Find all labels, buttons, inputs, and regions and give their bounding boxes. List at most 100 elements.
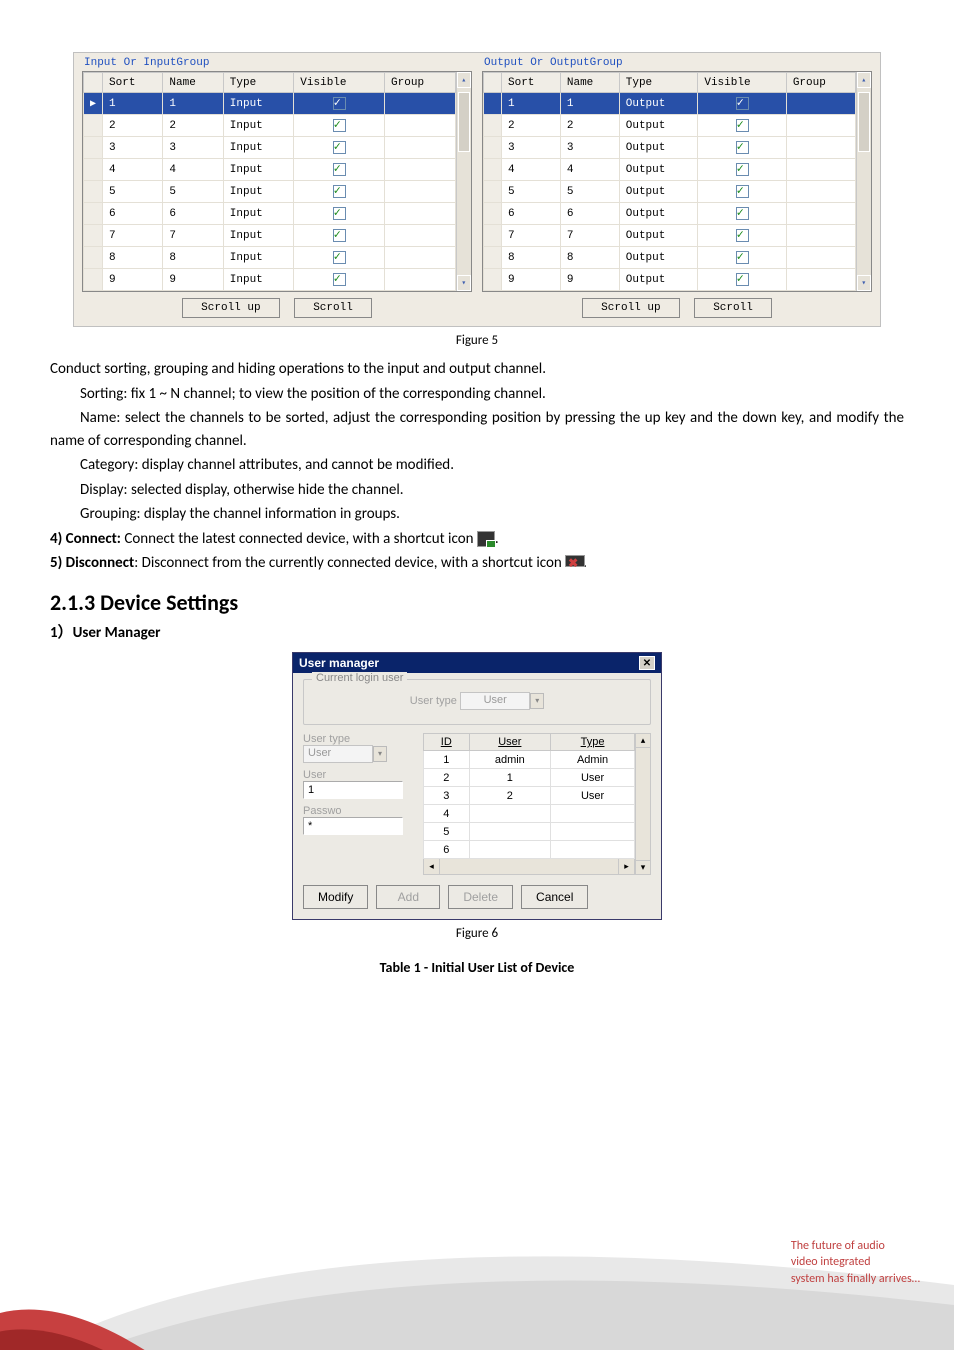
cell-type[interactable]: Output [619, 203, 698, 225]
modify-button[interactable]: Modify [303, 885, 368, 909]
cell-name[interactable]: 8 [163, 247, 223, 269]
cell-type[interactable]: Output [619, 247, 698, 269]
visible-checkbox[interactable] [736, 207, 749, 220]
cell-visible[interactable] [294, 115, 385, 137]
col-sort-o[interactable]: Sort [502, 73, 561, 93]
row-indicator[interactable] [484, 159, 502, 181]
row-indicator[interactable] [84, 269, 103, 291]
col-sort[interactable]: Sort [103, 73, 163, 93]
cell-name[interactable]: 7 [163, 225, 223, 247]
user-input[interactable]: 1 [303, 781, 403, 799]
cell-group[interactable] [385, 203, 456, 225]
cell-visible[interactable] [294, 137, 385, 159]
table-row[interactable]: 21User [424, 769, 635, 787]
cell-sort[interactable]: 9 [502, 269, 561, 291]
cell-user[interactable] [469, 805, 551, 823]
cell-name[interactable]: 5 [560, 181, 619, 203]
cell-id[interactable]: 1 [424, 751, 470, 769]
cell-sort[interactable]: 6 [502, 203, 561, 225]
row-indicator[interactable] [84, 137, 103, 159]
cell-sort[interactable]: 4 [502, 159, 561, 181]
scroll-up-arrow-icon[interactable]: ▴ [636, 734, 650, 748]
add-button[interactable]: Add [376, 885, 440, 909]
cell-type[interactable]: User [551, 769, 635, 787]
visible-checkbox[interactable] [333, 229, 346, 242]
cell-type[interactable]: Output [619, 225, 698, 247]
cell-type[interactable]: Output [619, 159, 698, 181]
grid-vscroll[interactable]: ▴ ▾ [635, 733, 651, 875]
scroll-left-arrow-icon[interactable]: ◂ [424, 859, 440, 874]
cell-id[interactable]: 4 [424, 805, 470, 823]
cell-sort[interactable]: 3 [103, 137, 163, 159]
scroll-down-arrow-icon[interactable]: ▾ [636, 860, 650, 874]
row-indicator[interactable] [84, 181, 103, 203]
cell-name[interactable]: 4 [163, 159, 223, 181]
cell-visible[interactable] [698, 159, 786, 181]
output-scroll-button[interactable]: Scroll [694, 298, 772, 318]
table-row[interactable]: 11Output [484, 93, 856, 115]
cell-name[interactable]: 7 [560, 225, 619, 247]
cell-name[interactable]: 9 [560, 269, 619, 291]
cell-visible[interactable] [294, 93, 385, 115]
cancel-button[interactable]: Cancel [521, 885, 588, 909]
cell-name[interactable]: 8 [560, 247, 619, 269]
visible-checkbox[interactable] [736, 119, 749, 132]
cell-visible[interactable] [294, 247, 385, 269]
table-row[interactable]: 99Output [484, 269, 856, 291]
table-row[interactable]: 88Output [484, 247, 856, 269]
cell-name[interactable]: 9 [163, 269, 223, 291]
cell-user[interactable] [469, 823, 551, 841]
table-row[interactable]: 44Output [484, 159, 856, 181]
cell-user[interactable]: 2 [469, 787, 551, 805]
cell-visible[interactable] [698, 93, 786, 115]
table-row[interactable]: 1adminAdmin [424, 751, 635, 769]
cell-name[interactable]: 1 [163, 93, 223, 115]
table-row[interactable]: 5 [424, 823, 635, 841]
visible-checkbox[interactable] [333, 251, 346, 264]
cell-visible[interactable] [698, 225, 786, 247]
table-row[interactable]: 66Input [84, 203, 456, 225]
cell-type[interactable]: Output [619, 93, 698, 115]
cell-type[interactable] [551, 805, 635, 823]
visible-checkbox[interactable] [736, 229, 749, 242]
grid-col-id[interactable]: ID [424, 734, 470, 751]
grid-col-type[interactable]: Type [551, 734, 635, 751]
cell-group[interactable] [385, 115, 456, 137]
row-indicator[interactable] [84, 203, 103, 225]
table-row[interactable]: 33Output [484, 137, 856, 159]
cell-user[interactable]: 1 [469, 769, 551, 787]
cell-group[interactable] [786, 93, 855, 115]
cell-group[interactable] [786, 137, 855, 159]
cell-visible[interactable] [698, 181, 786, 203]
table-row[interactable]: 77Output [484, 225, 856, 247]
cell-name[interactable]: 2 [163, 115, 223, 137]
cell-type[interactable]: Output [619, 181, 698, 203]
cell-visible[interactable] [294, 181, 385, 203]
cell-type[interactable]: Input [223, 247, 294, 269]
cell-type[interactable]: Input [223, 203, 294, 225]
scroll-up-arrow-icon[interactable]: ▴ [457, 72, 471, 88]
table-row[interactable]: 4 [424, 805, 635, 823]
cell-name[interactable]: 2 [560, 115, 619, 137]
output-scroll-up-button[interactable]: Scroll up [582, 298, 679, 318]
cell-group[interactable] [786, 269, 855, 291]
cell-group[interactable] [385, 247, 456, 269]
output-scrollbar[interactable]: ▴ ▾ [856, 72, 871, 291]
visible-checkbox[interactable] [736, 163, 749, 176]
table-row[interactable]: 44Input [84, 159, 456, 181]
cell-visible[interactable] [294, 159, 385, 181]
scroll-down-arrow-icon[interactable]: ▾ [457, 275, 471, 291]
cell-name[interactable]: 3 [163, 137, 223, 159]
input-scroll-up-button[interactable]: Scroll up [182, 298, 279, 318]
col-name[interactable]: Name [163, 73, 223, 93]
row-indicator[interactable] [484, 181, 502, 203]
row-indicator[interactable] [484, 203, 502, 225]
visible-checkbox[interactable] [333, 273, 346, 286]
grid-col-user[interactable]: User [469, 734, 551, 751]
cell-user[interactable] [469, 841, 551, 859]
cell-visible[interactable] [294, 269, 385, 291]
cell-type[interactable]: User [551, 787, 635, 805]
table-row[interactable]: 77Input [84, 225, 456, 247]
cell-sort[interactable]: 9 [103, 269, 163, 291]
cell-group[interactable] [786, 159, 855, 181]
